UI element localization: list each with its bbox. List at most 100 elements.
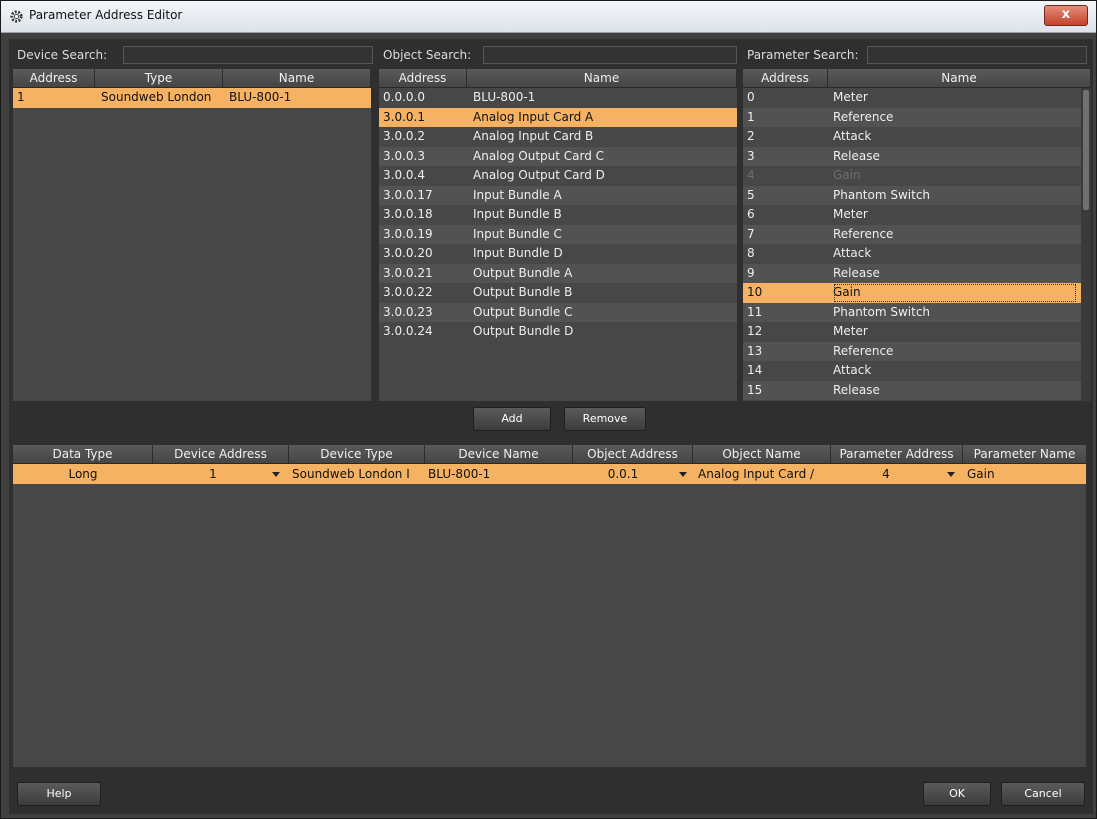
column-header-device-name[interactable]: Device Name <box>425 445 573 463</box>
name-cell: Output Bundle D <box>473 324 574 338</box>
list-item[interactable]: 7 Reference <box>743 224 1081 244</box>
ok-button[interactable]: OK <box>923 782 991 806</box>
column-header-data-type[interactable]: Data Type <box>13 445 153 463</box>
address-cell: 5 <box>747 187 755 202</box>
column-header-parameter-address[interactable]: Parameter Address <box>831 445 963 463</box>
column-header-address[interactable]: Address <box>743 69 828 87</box>
address-cell: 3.0.0.3 <box>383 148 425 163</box>
list-item[interactable]: 13 Reference <box>743 341 1081 361</box>
list-item[interactable]: 3.0.0.22 Output Bundle B <box>379 283 737 303</box>
column-header-type[interactable]: Type <box>95 69 223 87</box>
gear-icon <box>10 10 23 23</box>
address-cell: 3.0.0.1 <box>383 109 425 124</box>
list-item[interactable]: 12 Meter <box>743 322 1081 342</box>
column-header-address[interactable]: Address <box>379 69 467 87</box>
close-button[interactable]: x <box>1044 5 1088 26</box>
list-item[interactable]: 3.0.0.20 Input Bundle D <box>379 244 737 264</box>
table-row[interactable]: Long 1 Soundweb London I BLU-800-1 0.0.1… <box>13 464 1086 484</box>
device-list-header: Address Type Name <box>13 69 371 88</box>
address-cell: 13 <box>747 343 763 358</box>
address-cell: 3.0.0.18 <box>383 207 433 221</box>
name-cell: BLU-800-1 <box>473 90 536 104</box>
list-item[interactable]: 3.0.0.17 Input Bundle A <box>379 185 737 205</box>
list-item[interactable]: 8 Attack <box>743 244 1081 264</box>
name-cell: Meter <box>833 90 868 104</box>
address-cell: 7 <box>747 226 755 241</box>
object-search-input[interactable] <box>483 46 737 64</box>
name-cell: Input Bundle A <box>473 187 562 202</box>
parameter-search-input[interactable] <box>867 46 1087 64</box>
name-cell: Meter <box>833 324 868 338</box>
address-cell: 3.0.0.21 <box>383 265 433 280</box>
object-address-dropdown-icon[interactable] <box>679 472 687 477</box>
list-item[interactable]: 6 Meter <box>743 205 1081 225</box>
list-item[interactable]: 14 Attack <box>743 361 1081 381</box>
parameter-list: Address Name 0 Meter 1 Reference 2 Attack 3 Rel… <box>743 69 1091 401</box>
name-cell: Release <box>833 148 880 163</box>
column-header-device-type[interactable]: Device Type <box>289 445 425 463</box>
column-header-name[interactable]: Name <box>223 69 371 87</box>
column-header-name[interactable]: Name <box>467 69 737 87</box>
device-address-dropdown-icon[interactable] <box>272 472 280 477</box>
parameter-address-dropdown-icon[interactable] <box>947 472 955 477</box>
list-item[interactable]: 3.0.0.24 Output Bundle D <box>379 322 737 342</box>
list-item[interactable]: 3.0.0.18 Input Bundle B <box>379 205 737 225</box>
list-item[interactable]: 3.0.0.2 Analog Input Card B <box>379 127 737 147</box>
list-item[interactable]: 11 Phantom Switch <box>743 302 1081 322</box>
list-item[interactable]: 4 Gain <box>743 166 1081 186</box>
name-cell: Reference <box>833 343 894 358</box>
name-cell: Gain <box>833 168 861 182</box>
column-header-object-address[interactable]: Object Address <box>573 445 693 463</box>
object-name-cell: Analog Input Card / <box>698 467 815 481</box>
column-header-device-address[interactable]: Device Address <box>153 445 289 463</box>
list-item[interactable]: 3.0.0.19 Input Bundle C <box>379 224 737 244</box>
list-item[interactable]: 5 Phantom Switch <box>743 185 1081 205</box>
column-header-parameter-name[interactable]: Parameter Name <box>963 445 1086 463</box>
device-search-row: Device Search: <box>13 43 373 67</box>
list-item[interactable]: 0.0.0.0 BLU-800-1 <box>379 88 737 108</box>
address-cell: 2 <box>747 129 755 143</box>
device-search-label: Device Search: <box>17 48 108 62</box>
name-cell: Reference <box>833 226 894 241</box>
address-cell: 15 <box>747 382 763 397</box>
list-item[interactable]: 1 Reference <box>743 107 1081 127</box>
column-header-object-name[interactable]: Object Name <box>693 445 831 463</box>
list-item[interactable]: 3 Release <box>743 146 1081 166</box>
name-cell: Analog Output Card C <box>473 148 605 163</box>
remove-button[interactable]: Remove <box>564 407 646 431</box>
mapping-table-header: Data Type Device Address Device Type Dev… <box>13 445 1086 464</box>
scrollbar-thumb[interactable] <box>1083 90 1089 210</box>
list-item[interactable]: 0 Meter <box>743 88 1081 108</box>
list-item[interactable]: 9 Release <box>743 263 1081 283</box>
object-list: Address Name 0.0.0.0 BLU-800-1 3.0.0.1 Anal… <box>379 69 737 401</box>
list-item[interactable]: 3.0.0.1 Analog Input Card A <box>379 107 737 127</box>
object-search-row: Object Search: <box>379 43 739 67</box>
data-type-cell[interactable]: Long <box>13 464 153 484</box>
list-item[interactable]: 3.0.0.3 Analog Output Card C <box>379 146 737 166</box>
list-item[interactable]: 10 Gain <box>743 283 1081 303</box>
cancel-button[interactable]: Cancel <box>1001 782 1085 806</box>
address-cell: 3.0.0.19 <box>383 226 433 241</box>
list-item[interactable]: 3.0.0.4 Analog Output Card D <box>379 166 737 186</box>
object-search-label: Object Search: <box>383 48 472 62</box>
name-cell: Attack <box>833 129 872 143</box>
list-item[interactable]: 2 Attack <box>743 127 1081 147</box>
parameter-list-scrollbar[interactable] <box>1081 88 1091 401</box>
list-item[interactable]: 15 Release <box>743 380 1081 400</box>
parameter-address-cell[interactable]: 4 <box>831 464 941 484</box>
list-item[interactable]: 3.0.0.23 Output Bundle C <box>379 302 737 322</box>
address-cell: 11 <box>747 304 763 319</box>
mapping-table: Data Type Device Address Device Type Dev… <box>13 445 1086 767</box>
add-button[interactable]: Add <box>473 407 551 431</box>
device-search-input[interactable] <box>123 46 373 64</box>
column-header-address[interactable]: Address <box>13 69 95 87</box>
help-button[interactable]: Help <box>17 782 101 806</box>
list-item[interactable]: 1 Soundweb London BLU-800-1 <box>13 88 371 108</box>
object-address-cell[interactable]: 0.0.1 <box>573 464 673 484</box>
list-item[interactable]: 3.0.0.21 Output Bundle A <box>379 263 737 283</box>
name-cell: BLU-800-1 <box>229 90 292 104</box>
column-header-name[interactable]: Name <box>828 69 1091 87</box>
device-address-cell[interactable]: 1 <box>153 464 273 484</box>
address-cell: 3.0.0.22 <box>383 285 433 299</box>
name-cell: Phantom Switch <box>833 187 931 202</box>
